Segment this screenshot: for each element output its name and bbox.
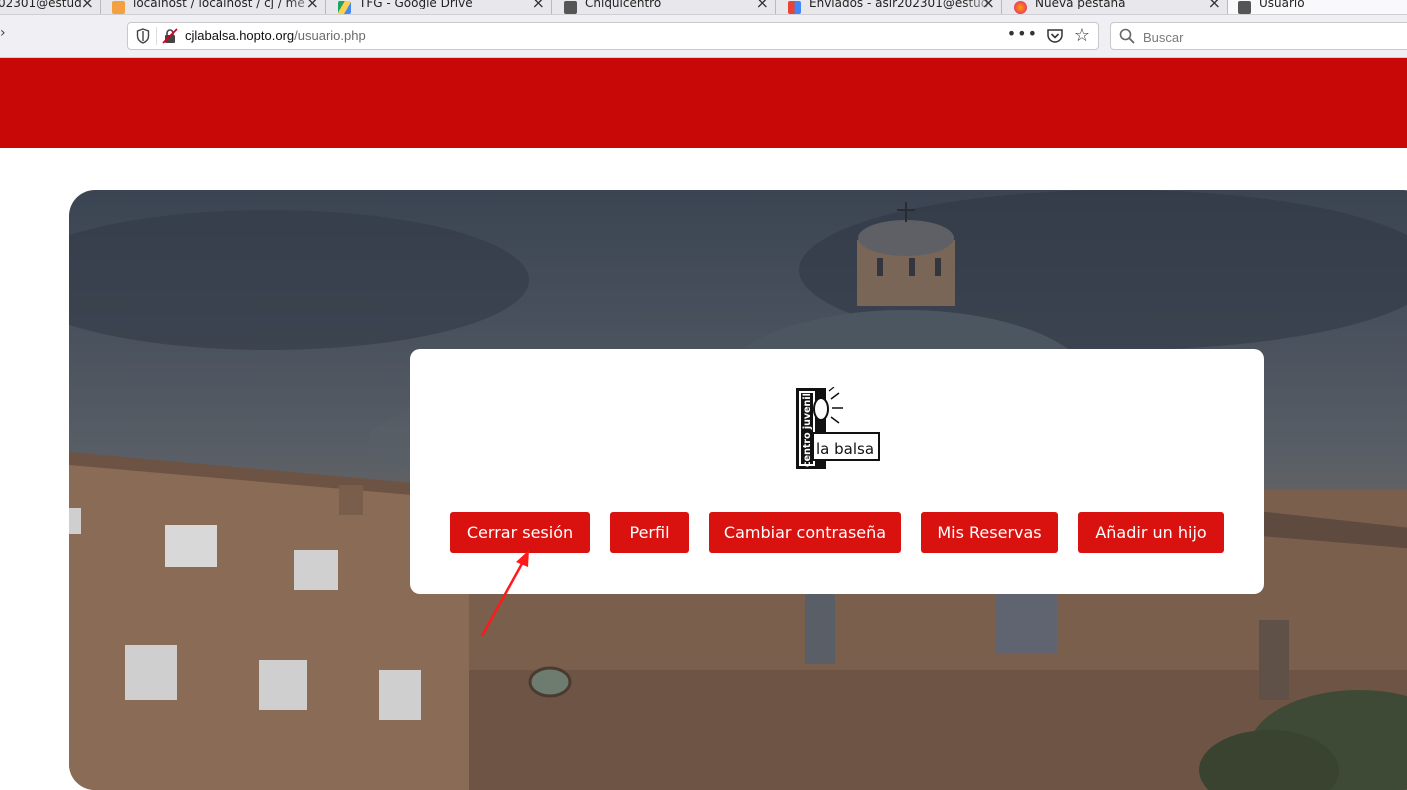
logout-button[interactable]: Cerrar sesión: [450, 512, 590, 553]
tab-title: Nueva pestaña: [1035, 0, 1126, 9]
url-domain: cjlabalsa.hopto.org: [185, 28, 295, 43]
site-icon: [1238, 0, 1251, 14]
tab-title: Usuario: [1259, 0, 1305, 9]
url-path: /usuario.php: [294, 28, 366, 43]
la-balsa-logo: centro juvenil la balsa: [796, 387, 880, 469]
site-header-bar: [0, 58, 1407, 148]
close-tab-icon[interactable]: ×: [982, 0, 995, 11]
browser-tab[interactable]: Nueva pestaña ×: [1002, 0, 1228, 14]
browser-tab[interactable]: TFG - Google Drive ×: [326, 0, 552, 14]
browser-tab[interactable]: Enviados - asir202301@estud ×: [776, 0, 1002, 14]
pocket-icon[interactable]: [1046, 27, 1064, 45]
search-icon: [1119, 28, 1135, 44]
my-reservations-button[interactable]: Mis Reservas: [921, 512, 1058, 553]
close-tab-icon[interactable]: ×: [532, 0, 545, 11]
close-tab-icon[interactable]: ×: [306, 0, 319, 11]
firefox-icon: [1014, 0, 1027, 14]
tracking-protection-icon[interactable]: [136, 28, 150, 44]
change-password-button[interactable]: Cambiar contraseña: [709, 512, 901, 553]
tab-title: TFG - Google Drive: [359, 0, 473, 9]
url-text[interactable]: cjlabalsa.hopto.org/usuario.php: [185, 28, 366, 43]
browser-tab-strip: 02301@estud × localhost / localhost / cj…: [0, 0, 1407, 15]
browser-tab[interactable]: localhost / localhost / cj / me ×: [100, 0, 326, 14]
browser-tab[interactable]: Chiquicentro ×: [552, 0, 776, 14]
user-menu-card: centro juvenil la balsa Cerrar sesión Pe…: [410, 349, 1264, 594]
tab-title: Enviados - asir202301@estud: [809, 0, 989, 9]
close-tab-icon[interactable]: ×: [81, 0, 94, 11]
address-bar[interactable]: cjlabalsa.hopto.org/usuario.php ••• ☆: [127, 22, 1099, 50]
bookmark-star-icon[interactable]: ☆: [1074, 25, 1090, 46]
divider: [156, 27, 157, 45]
profile-button[interactable]: Perfil: [610, 512, 689, 553]
tab-title: Chiquicentro: [585, 0, 662, 9]
browser-tab[interactable]: 02301@estud ×: [0, 0, 101, 14]
site-icon: [564, 0, 577, 14]
browser-toolbar: › cjlabalsa.hopto.org/usuario.php ••• ☆: [0, 15, 1407, 58]
logo-vertical-text: centro juvenil: [802, 393, 813, 467]
logo-name: la balsa: [816, 440, 874, 458]
more-actions-icon[interactable]: •••: [1007, 24, 1038, 43]
close-tab-icon[interactable]: ×: [756, 0, 769, 11]
tab-title: localhost / localhost / cj / me: [133, 0, 305, 9]
insecure-lock-icon[interactable]: [162, 28, 178, 44]
back-icon[interactable]: ›: [0, 25, 6, 41]
close-tab-icon[interactable]: ×: [1208, 0, 1221, 11]
gmail-icon: [788, 0, 801, 14]
browser-tab-active[interactable]: Usuario: [1228, 0, 1407, 14]
search-input[interactable]: [1141, 25, 1405, 49]
google-drive-icon: [338, 0, 351, 14]
search-bar[interactable]: [1110, 22, 1407, 50]
phpmyadmin-icon: [112, 0, 125, 14]
add-child-button[interactable]: Añadir un hijo: [1078, 512, 1224, 553]
